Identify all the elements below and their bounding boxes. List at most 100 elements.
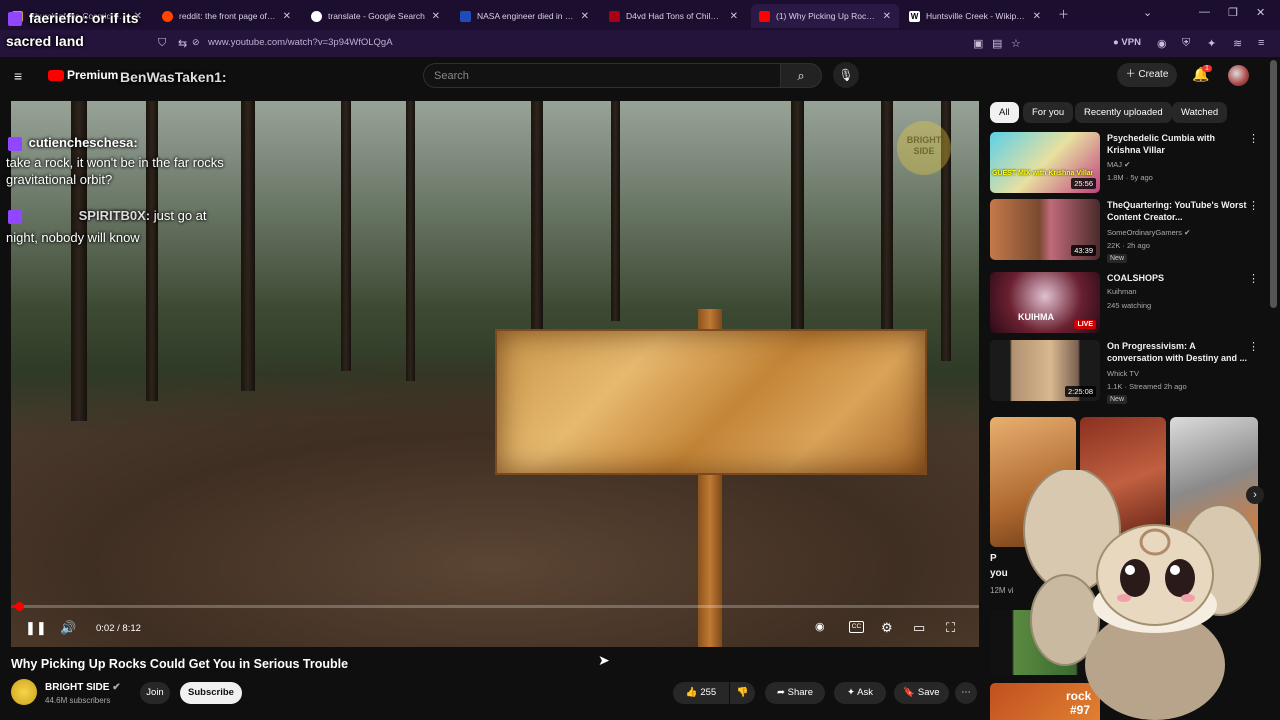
volume-icon[interactable]: 🔊 — [60, 620, 76, 636]
more-options-icon[interactable]: ⋮ — [1248, 340, 1259, 353]
chevron-down-icon[interactable]: ⌄ — [1143, 6, 1152, 19]
more-actions-button[interactable]: ⋯ — [955, 682, 977, 704]
duration-badge: 25:56 — [1071, 178, 1096, 189]
chat-username: BenWasTaken1: — [120, 69, 227, 85]
browser-tab[interactable]: NASA engineer died in fiery Ala ✕ — [452, 4, 597, 28]
autoplay-toggle-icon[interactable]: ◉ — [815, 620, 825, 633]
lock-icon[interactable]: ⊘ — [192, 37, 200, 48]
scrollbar-thumb[interactable] — [1270, 60, 1277, 308]
close-icon[interactable]: ✕ — [1033, 11, 1041, 22]
share-button[interactable]: ➦ Share — [765, 682, 825, 704]
shield-icon[interactable]: ⛉ — [158, 37, 166, 50]
captions-button[interactable]: CC — [849, 621, 864, 633]
more-options-icon[interactable]: ⋮ — [1248, 199, 1259, 212]
more-options-icon[interactable]: ⋮ — [1248, 132, 1259, 145]
pause-icon[interactable]: ❚❚ — [25, 620, 47, 636]
menu-icon[interactable]: ≡ — [1258, 37, 1264, 49]
video-player[interactable]: BRIGHT SIDE — [11, 101, 979, 647]
tree-trunk — [241, 101, 255, 391]
browser-tab-strip: Church of the Cosmic Skull ✕ reddit: the… — [0, 0, 1280, 30]
sparkle-icon: ✦ — [847, 687, 855, 698]
close-icon[interactable]: ✕ — [730, 11, 738, 22]
settings-gear-icon[interactable]: ⚙ — [881, 620, 893, 636]
extensions-icon[interactable]: ✦ — [1207, 37, 1216, 50]
recommendation-channel: MAJ ✔ — [1107, 160, 1130, 169]
recommendation-item[interactable]: 2:25:08 On Progressivism: A conversation… — [990, 340, 1265, 408]
chip-recently-uploaded[interactable]: Recently uploaded — [1075, 102, 1172, 123]
close-icon[interactable]: ✕ — [581, 11, 589, 22]
browser-tab[interactable]: W Huntsville Creek - Wikipedia ✕ — [901, 4, 1049, 28]
minimize-icon[interactable]: — — [1199, 6, 1210, 18]
progress-bar[interactable] — [11, 605, 979, 608]
like-button[interactable]: 👍 255 — [673, 682, 729, 704]
subscribe-button[interactable]: Subscribe — [180, 682, 242, 704]
screenshot-icon[interactable]: ▣ — [973, 37, 983, 50]
save-button[interactable]: 🔖 Save — [894, 682, 949, 704]
sidebar-icon[interactable]: ≋ — [1233, 37, 1242, 50]
more-options-icon[interactable]: ⋮ — [1248, 272, 1259, 285]
miniplayer-icon[interactable]: ▭ — [913, 620, 925, 636]
browser-tab-active[interactable]: (1) Why Picking Up Rocks C ✕ — [751, 4, 899, 28]
pip-icon[interactable]: ▤ — [992, 37, 1002, 50]
tab-favicon-icon — [162, 10, 173, 22]
ask-button[interactable]: ✦ Ask — [834, 682, 886, 704]
scrubber-handle[interactable] — [15, 602, 24, 611]
youtube-logo[interactable]: Premium — [48, 68, 118, 82]
recommendation-item[interactable]: KUIHMA LIVE COALSHOPS Kuihman 245 watchi… — [990, 272, 1265, 334]
tune-icon[interactable]: ⇆ — [178, 37, 187, 50]
close-icon[interactable]: ✕ — [432, 11, 440, 22]
join-button[interactable]: Join — [140, 682, 170, 704]
thumbs-up-icon: 👍 — [685, 687, 698, 698]
browser-tab[interactable]: reddit: the front page of the ✕ — [154, 4, 299, 28]
browser-tab[interactable]: D4vd Had Tons of Child Pornog ✕ — [601, 4, 746, 28]
duration: 8:12 — [122, 623, 141, 634]
vpn-button[interactable]: ● VPN — [1113, 37, 1141, 48]
new-tab-icon[interactable]: ＋ — [1058, 6, 1069, 22]
video-thumbnail[interactable]: GUEST MIX with Krishna Villar 25:56 — [990, 132, 1100, 193]
tree-trunk — [146, 101, 158, 401]
video-thumbnail[interactable]: KUIHMA LIVE — [990, 272, 1100, 333]
verified-icon: ✔ — [1184, 228, 1191, 237]
chat-message: cutiencheschesa: — [8, 135, 138, 151]
logo-label: Premium — [67, 68, 119, 82]
browser-tab[interactable]: translate - Google Search ✕ — [303, 4, 448, 28]
close-window-icon[interactable]: ✕ — [1256, 6, 1265, 19]
channel-name[interactable]: BRIGHT SIDE ✔ — [45, 682, 121, 693]
video-thumbnail[interactable]: 2:25:08 — [990, 340, 1100, 401]
restore-icon[interactable]: ❐ — [1228, 6, 1238, 19]
save-label: Save — [917, 687, 940, 698]
search-input[interactable]: Search — [423, 63, 781, 88]
duration-badge: 2:25:08 — [1064, 386, 1096, 397]
subscriber-count: 44.6M subscribers — [45, 696, 111, 705]
account-avatar[interactable] — [1228, 65, 1249, 86]
fullscreen-icon[interactable]: ⛶ — [946, 620, 955, 636]
tree-trunk — [611, 101, 620, 321]
chip-all[interactable]: All — [990, 102, 1019, 123]
close-icon[interactable]: ✕ — [283, 11, 291, 22]
shield-extension-icon[interactable]: ⛨ — [1182, 37, 1190, 50]
tab-title: Huntsville Creek - Wikipedia — [926, 11, 1027, 21]
short-title-partial: you — [990, 568, 1008, 579]
search-button[interactable]: ⌕ — [780, 63, 822, 88]
mouse-cursor-icon: ➤ — [598, 652, 610, 668]
chip-for-you[interactable]: For you — [1023, 102, 1074, 123]
dislike-button[interactable]: 👎 — [730, 682, 755, 704]
channel-label: MAJ — [1107, 160, 1122, 169]
close-icon[interactable]: ✕ — [883, 11, 891, 22]
channel-avatar[interactable] — [11, 679, 37, 705]
star-icon[interactable]: ☆ — [1011, 37, 1021, 50]
create-button[interactable]: ＋ Create — [1117, 63, 1177, 87]
recommendation-item[interactable]: 43:39 TheQuartering: YouTube's Worst Con… — [990, 199, 1265, 267]
verified-icon: ✔ — [112, 682, 121, 693]
chip-watched[interactable]: Watched — [1172, 102, 1228, 123]
chat-username: cutiencheschesa: — [28, 135, 138, 150]
video-thumbnail[interactable]: 43:39 — [990, 199, 1100, 260]
profile-icon[interactable]: ◉ — [1157, 37, 1167, 50]
hamburger-menu-icon[interactable]: ≡ — [14, 68, 22, 84]
new-badge: New — [1107, 254, 1128, 263]
voice-search-button[interactable]: 🎙 — [833, 62, 859, 88]
chat-message: faeriefio: or if its — [8, 10, 139, 27]
recommendation-item[interactable]: GUEST MIX with Krishna Villar 25:56 Psyc… — [990, 132, 1265, 194]
url-field[interactable]: www.youtube.com/watch?v=3p94WfOLQgA — [208, 37, 393, 48]
youtube-play-icon — [48, 69, 64, 81]
